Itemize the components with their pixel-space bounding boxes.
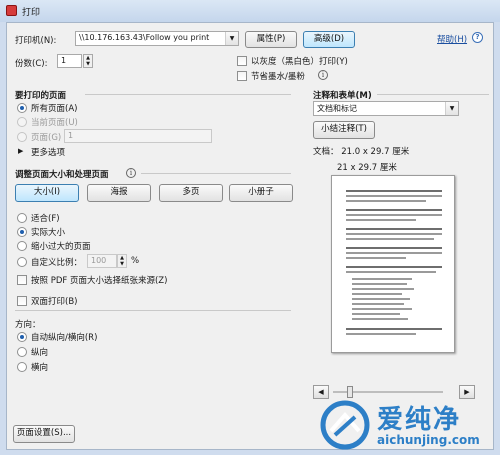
title-bar: 打印 [0, 0, 500, 22]
page-range-input[interactable]: 1 [64, 129, 212, 143]
percent-label: % [131, 256, 140, 266]
watermark-logo: 爱纯净 aichunjing.com [315, 395, 500, 455]
watermark-cn-text: 爱纯净 [377, 405, 462, 435]
actual-size-radio[interactable] [17, 227, 27, 237]
all-pages-radio[interactable] [17, 103, 27, 113]
page-range-radio[interactable] [17, 132, 27, 142]
properties-button[interactable]: 属性(P) [245, 31, 297, 48]
custom-scale-label: 自定义比例： [31, 258, 83, 268]
comments-divider [377, 94, 489, 95]
duplex-label: 双面打印(B) [31, 297, 78, 307]
custom-scale-stepper[interactable]: ▲ ▼ [117, 254, 127, 268]
chevron-down-icon: ▼ [225, 32, 238, 45]
actual-size-label: 实际大小 [31, 228, 66, 238]
more-options-link[interactable]: 更多选项 [31, 146, 65, 158]
current-page-label: 当前页面(U) [31, 118, 78, 128]
landscape-label: 横向 [31, 363, 49, 373]
summarize-comments-button[interactable]: 小结注释(T) [313, 121, 375, 139]
printer-value: \\10.176.163.43\Follow you print [79, 33, 210, 42]
save-ink-checkbox[interactable] [237, 71, 247, 81]
watermark-url-text: aichunjing.com [377, 433, 480, 447]
custom-scale-input[interactable]: 100 [87, 254, 117, 268]
page-setup-button[interactable]: 页面设置(S)... [13, 425, 75, 443]
auto-orientation-label: 自动纵向/横向(R) [31, 333, 98, 343]
landscape-radio[interactable] [17, 362, 27, 372]
pdf-paper-source-checkbox[interactable] [17, 275, 27, 285]
auto-orientation-radio[interactable] [17, 332, 27, 342]
save-ink-label: 节省墨水/墨粉 [251, 72, 305, 82]
window-title: 打印 [22, 8, 41, 18]
multiple-button[interactable]: 多页 [159, 184, 223, 202]
page-range-label: 页面(G) [31, 133, 62, 143]
booklet-button[interactable]: 小册子 [229, 184, 293, 202]
info-icon[interactable]: i [126, 168, 136, 178]
pages-divider [85, 94, 291, 95]
poster-button[interactable]: 海报 [87, 184, 151, 202]
comments-select[interactable]: 文档和标记 ▼ [313, 101, 459, 116]
sizing-divider [141, 173, 291, 174]
shrink-label: 缩小过大的页面 [31, 242, 91, 252]
info-icon[interactable]: i [318, 70, 328, 80]
copies-stepper[interactable]: ▲ ▼ [83, 54, 93, 68]
pages-heading: 要打印的页面 [15, 91, 67, 101]
print-dialog: 打印 打印机(N): \\10.176.163.43\Follow you pr… [0, 0, 500, 455]
advanced-button[interactable]: 高级(D) [303, 31, 355, 48]
comments-value: 文档和标记 [317, 104, 357, 113]
portrait-radio[interactable] [17, 347, 27, 357]
copies-input[interactable]: 1 [57, 54, 82, 68]
dialog-body: 打印机(N): \\10.176.163.43\Follow you print… [6, 22, 494, 450]
size-button[interactable]: 大小(I) [15, 184, 79, 202]
expand-triangle-icon[interactable]: ▶ [18, 147, 23, 155]
sizing-heading: 调整页面大小和处理页面 [15, 170, 109, 180]
pdf-paper-source-label: 按照 PDF 页面大小选择纸张来源(Z) [31, 276, 168, 286]
printer-label: 打印机(N): [15, 36, 57, 46]
portrait-label: 纵向 [31, 348, 49, 358]
orientation-heading: 方向： [15, 320, 41, 330]
help-link[interactable]: 帮助(H) [437, 33, 467, 45]
duplex-checkbox[interactable] [17, 296, 27, 306]
orientation-divider [15, 310, 291, 311]
grayscale-checkbox[interactable] [237, 56, 247, 66]
fit-radio[interactable] [17, 213, 27, 223]
acrobat-icon [6, 5, 17, 16]
chevron-down-icon: ▼ [445, 102, 458, 115]
current-page-radio[interactable] [17, 117, 27, 127]
comments-heading: 注释和表单(M) [313, 91, 372, 101]
page-size-label: 21 x 29.7 厘米 [337, 163, 397, 173]
printer-select[interactable]: \\10.176.163.43\Follow you print ▼ [75, 31, 239, 46]
copies-label: 份数(C): [15, 59, 48, 69]
page-preview [331, 175, 455, 353]
fit-label: 适合(F) [31, 214, 60, 224]
custom-scale-radio[interactable] [17, 257, 27, 267]
shrink-radio[interactable] [17, 241, 27, 251]
doc-size-label: 文档： 21.0 x 29.7 厘米 [313, 147, 410, 157]
grayscale-label: 以灰度（黑白色）打印(Y) [251, 57, 348, 67]
help-icon[interactable]: ? [472, 32, 483, 43]
all-pages-label: 所有页面(A) [31, 104, 78, 114]
